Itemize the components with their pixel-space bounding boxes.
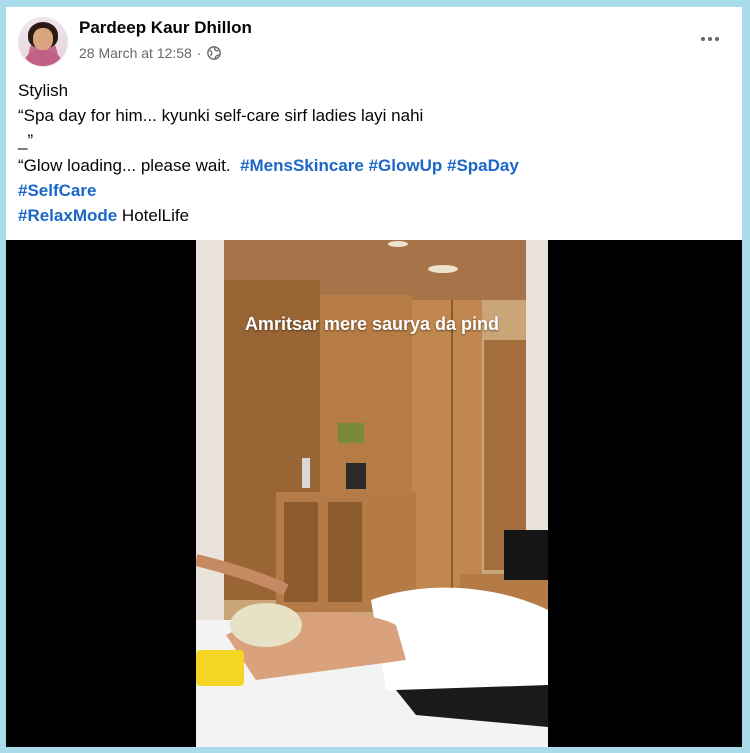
text-fragment: HotelLife bbox=[117, 206, 190, 225]
post-header: Pardeep Kaur Dhillon 28 March at 12:58 · bbox=[6, 7, 742, 73]
hashtag-link[interactable]: #GlowUp bbox=[369, 156, 443, 175]
text-line: _” bbox=[18, 131, 34, 150]
meta-separator: · bbox=[196, 45, 202, 61]
post-text: Stylish “Spa day for him... kyunki self-… bbox=[18, 78, 718, 228]
text-line: Stylish bbox=[18, 81, 69, 100]
more-options-icon[interactable] bbox=[692, 25, 728, 53]
video-frame[interactable]: Amritsar mere saurya da pind bbox=[196, 240, 548, 747]
text-line: #SelfCare bbox=[18, 178, 718, 203]
hashtag-link[interactable]: #SelfCare bbox=[18, 181, 96, 200]
video-container[interactable]: Amritsar mere saurya da pind bbox=[6, 240, 742, 747]
post-timestamp[interactable]: 28 March at 12:58 bbox=[79, 45, 192, 61]
hashtag-link[interactable]: #MensSkincare bbox=[240, 156, 364, 175]
text-line: “Glow loading... please wait. #MensSkinc… bbox=[18, 153, 718, 178]
text-line: “Spa day for him... kyunki self-care sir… bbox=[18, 106, 424, 125]
globe-icon[interactable] bbox=[206, 46, 221, 60]
video-caption: Amritsar mere saurya da pind bbox=[244, 314, 500, 334]
text-line: #RelaxMode HotelLife bbox=[18, 203, 718, 228]
post-meta: 28 March at 12:58 · bbox=[79, 45, 221, 61]
text-fragment: “Glow loading... please wait. bbox=[18, 156, 241, 175]
hashtag-link[interactable]: #SpaDay bbox=[447, 156, 519, 175]
hashtag-link[interactable]: #RelaxMode bbox=[18, 206, 117, 225]
author-name[interactable]: Pardeep Kaur Dhillon bbox=[79, 18, 252, 38]
avatar[interactable] bbox=[18, 17, 68, 67]
post-card: Pardeep Kaur Dhillon 28 March at 12:58 ·… bbox=[6, 7, 742, 747]
